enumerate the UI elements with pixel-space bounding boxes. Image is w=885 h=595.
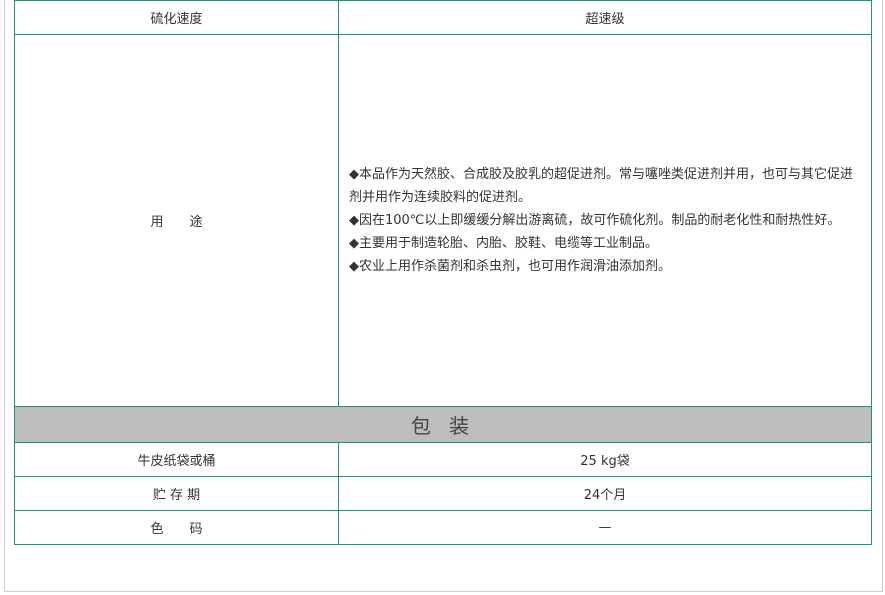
table-row: 用 途 ◆本品作为天然胶、合成胶及胶乳的超促进剂。常与噻唑类促进剂并用，也可与其…: [14, 34, 872, 407]
cure-speed-value: 超速级: [338, 0, 872, 35]
section-header-row: 包 装: [14, 406, 872, 443]
usage-description: ◆本品作为天然胶、合成胶及胶乳的超促进剂。常与噻唑类促进剂并用，也可与其它促进剂…: [338, 34, 872, 407]
table-row: 贮 存 期 24个月: [14, 476, 872, 511]
packaging-type-label: 牛皮纸袋或桶: [14, 442, 339, 477]
packaging-type-value: 25 kg袋: [338, 442, 872, 477]
cure-speed-label: 硫化速度: [14, 0, 339, 35]
table-row: 硫化速度 超速级: [14, 0, 872, 35]
usage-line: ◆农业上用作杀菌剂和杀虫剂，也可用作润滑油添加剂。: [349, 259, 671, 274]
usage-line: ◆因在100℃以上即缓缓分解出游离硫，故可作硫化剂。制品的耐老化性和耐热性好。: [349, 213, 841, 228]
usage-line: ◆主要用于制造轮胎、内胎、胶鞋、电缆等工业制品。: [349, 236, 658, 251]
usage-label: 用 途: [14, 34, 339, 407]
table-row: 牛皮纸袋或桶 25 kg袋: [14, 442, 872, 477]
spec-table: 硫化速度 超速级 用 途 ◆本品作为天然胶、合成胶及胶乳的超促进剂。常与噻唑类促…: [14, 0, 872, 545]
shelf-life-value: 24个月: [338, 476, 872, 511]
shelf-life-label: 贮 存 期: [14, 476, 339, 511]
color-code-value: —: [338, 510, 872, 545]
usage-line: ◆本品作为天然胶、合成胶及胶乳的超促进剂。常与噻唑类促进剂并用，也可与其它促进剂…: [349, 167, 853, 205]
color-code-label: 色 码: [14, 510, 339, 545]
table-row: 色 码 —: [14, 510, 872, 545]
packaging-section-title: 包 装: [14, 406, 872, 443]
